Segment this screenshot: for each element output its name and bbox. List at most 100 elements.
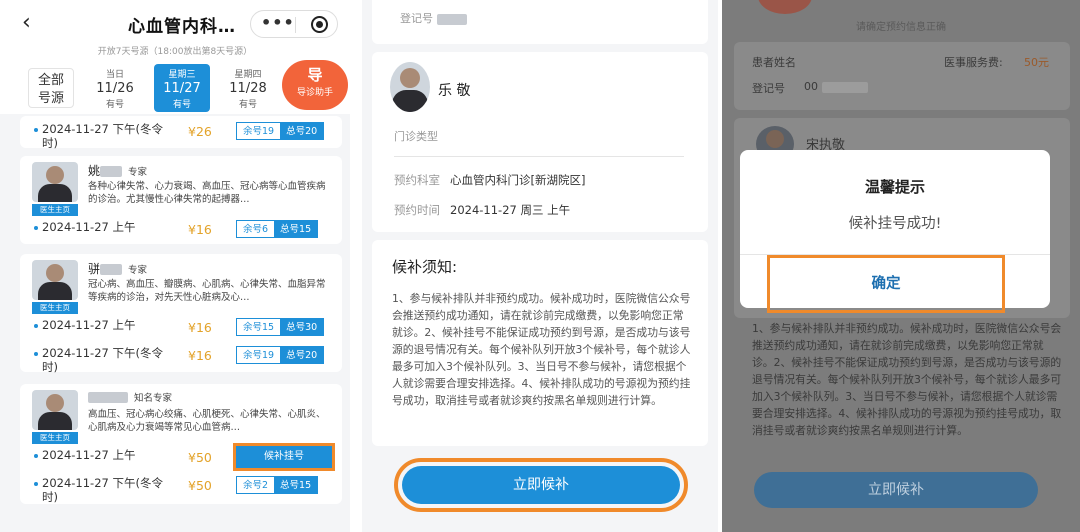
doctor-card[interactable]: 医生主页 姚 专家 各种心律失常、心力衰竭、高血压、冠心病等心血管疾病的诊治。尤其… <box>20 156 342 244</box>
doctor-home-badge[interactable]: 医生主页 <box>32 302 78 314</box>
capsule-divider <box>295 17 296 33</box>
total-count: 总号20 <box>280 347 324 363</box>
name-mask <box>100 264 123 275</box>
schedule-slot[interactable]: 2024-11-27 下午(冬令时) ¥16 余号19 总号20 <box>28 342 342 374</box>
submit-waitlist-button[interactable]: 立即候补 <box>394 458 688 512</box>
schedule-slot[interactable]: 2024-11-27 上午 ¥16 余号6 总号15 <box>28 216 342 242</box>
service-fee-label: 医事服务费: <box>944 56 1003 69</box>
date-status: 有号 <box>238 100 257 110</box>
slot-bullet <box>34 454 38 458</box>
doctor-card[interactable]: 医生主页 知名专家 高血压、冠心病心绞痛、心肌梗死、心律失常、心肌炎、心肌病及心… <box>20 384 342 504</box>
date-status: 有号 <box>105 100 124 110</box>
doctor-specialty: 各种心律失常、心力衰竭、高血压、冠心病等心血管疾病的诊治。尤其慢性心律失常的起搏… <box>88 181 326 205</box>
remaining-count: 余号2 <box>237 477 275 493</box>
name-mask <box>88 392 128 403</box>
department-value: 心血管内科门诊[新湖院区] <box>450 173 586 187</box>
doctor-avatar <box>32 390 78 430</box>
slot-availability[interactable]: 余号15 总号30 <box>236 318 325 336</box>
service-fee-value: 50元 <box>1024 56 1049 69</box>
waitlist-notice-card: 候补须知: 1、参与候补排队并非预约成功。候补成功时，医院微信公众号会推送预约成… <box>372 240 708 446</box>
header-avatar-partial <box>758 0 812 14</box>
remaining-count: 余号15 <box>237 319 281 335</box>
date-weekday: 星期三 <box>168 70 196 80</box>
notice-body: 1、参与候补排队并非预约成功。候补成功时，医院微信公众号会推送预约成功通知，请在… <box>392 292 691 407</box>
total-count: 总号15 <box>274 477 318 493</box>
registration-card-top: 登记号 <box>372 0 708 44</box>
doctor-name: 骈 专家 <box>88 260 147 277</box>
slot-price: ¥16 <box>188 348 212 363</box>
doctor-card[interactable]: 医生主页 骈 专家 冠心病、高血压、瓣膜病、心肌病、心律失常、血脂异常等疾病的诊治… <box>20 254 342 374</box>
divider <box>394 156 684 157</box>
date-tab-1126[interactable]: 当日 11/26 有号 <box>87 64 143 112</box>
slot-time: 2024-11-27 上午 <box>42 220 136 234</box>
slot-availability[interactable]: 余号6 总号15 <box>236 220 319 238</box>
slot-bullet <box>34 128 38 132</box>
registration-mask <box>822 82 868 93</box>
slot-bullet <box>34 324 38 328</box>
page-title: 心血管内科… <box>128 17 236 37</box>
more-icon[interactable]: ••• <box>261 13 295 32</box>
total-count: 总号30 <box>280 319 324 335</box>
doctor-avatar <box>32 260 78 300</box>
guide-label: 导诊助手 <box>296 88 333 98</box>
submit-waitlist-button[interactable]: 立即候补 <box>754 472 1038 508</box>
schedule-slot[interactable]: 2024-11-27 上午 ¥16 余号15 总号30 <box>28 314 342 340</box>
doctor-name: 乐 敬 <box>438 83 471 99</box>
remaining-count: 余号6 <box>237 221 275 237</box>
schedule-slot[interactable]: 2024-11-27 下午(冬令时) ¥26 余号19 总号20 <box>28 118 342 150</box>
schedule-slot[interactable]: 2024-11-27 上午 ¥50 候补挂号 <box>28 443 342 471</box>
doctor-home-badge[interactable]: 医生主页 <box>32 432 78 444</box>
total-count: 总号15 <box>274 221 318 237</box>
dialog-message: 候补挂号成功! <box>848 216 942 232</box>
registration-label: 登记号 <box>752 82 785 95</box>
confirm-button[interactable]: 确定 <box>767 255 1005 313</box>
back-icon[interactable]: ‹ <box>22 10 31 35</box>
appointment-time-row: 预约时间 2024-11-27 周三 上午 <box>394 202 570 218</box>
clinic-type-label: 门诊类型 <box>394 130 438 143</box>
schedule-slot[interactable]: 2024-11-27 下午(冬令时) ¥50 余号2 总号15 <box>28 472 342 504</box>
date-status: 有号 <box>172 100 191 110</box>
slot-price: ¥50 <box>188 450 212 465</box>
guide-assistant-button[interactable]: 导 导诊助手 <box>282 60 348 110</box>
waitlist-confirm-screen: 登记号 乐 敬 门诊类型 预约科室 心血管内科门诊[新湖院区] 预约时间 2024-… <box>362 0 718 532</box>
success-dialog: 温馨提示 候补挂号成功! 确定 <box>740 150 1050 313</box>
time-value: 2024-11-27 周三 上午 <box>450 203 571 217</box>
date-value: 11/27 <box>163 81 201 96</box>
remaining-count: 余号19 <box>237 347 281 363</box>
slot-availability[interactable]: 余号19 总号20 <box>236 346 325 364</box>
patient-name-label: 患者姓名 <box>752 56 796 69</box>
notice-body-dimmed: 1、参与候补排队并非预约成功。候补成功时，医院微信公众号会推送预约成功通知，请在… <box>752 322 1062 437</box>
slot-availability[interactable]: 余号19 总号20 <box>236 122 325 140</box>
guide-icon: 导 <box>307 66 323 84</box>
slot-availability[interactable]: 余号2 总号15 <box>236 476 319 494</box>
slot-time: 2024-11-27 下午(冬令时) <box>42 476 163 504</box>
slot-time: 2024-11-27 下午(冬令时) <box>42 346 163 374</box>
dialog-title: 温馨提示 <box>864 178 925 196</box>
doctor-name: 知名专家 <box>88 390 172 404</box>
doctor-title: 专家 <box>128 265 148 276</box>
slot-time: 2024-11-27 上午 <box>42 318 136 332</box>
waitlist-register-button[interactable]: 候补挂号 <box>233 443 335 471</box>
all-sources-tab[interactable]: 全部 号源 <box>28 68 74 108</box>
doctor-title: 知名专家 <box>134 393 173 404</box>
date-tab-1128[interactable]: 星期四 11/28 有号 <box>220 64 276 112</box>
confirm-hint: 请确定预约信息正确 <box>856 22 946 33</box>
date-weekday: 星期四 <box>234 70 262 80</box>
dialog-divider <box>740 254 1050 255</box>
doctor-specialty: 冠心病、高血压、瓣膜病、心肌病、心律失常、血脂异常等疾病的诊治，对先天性心脏病及… <box>88 279 326 303</box>
date-value: 11/26 <box>96 81 134 96</box>
appointment-info-card: 乐 敬 门诊类型 预约科室 心血管内科门诊[新湖院区] 预约时间 2024-11-2… <box>372 52 708 232</box>
date-weekday: 当日 <box>105 70 124 80</box>
doctor-specialty: 高血压、冠心病心绞痛、心肌梗死、心律失常、心肌炎、心肌病及心力衰竭等常见心血管病… <box>88 409 326 433</box>
doctor-home-badge[interactable]: 医生主页 <box>32 204 78 216</box>
slot-time: 2024-11-27 上午 <box>42 448 136 462</box>
department-row: 预约科室 心血管内科门诊[新湖院区] <box>394 172 585 188</box>
slot-price: ¥26 <box>188 124 212 139</box>
slot-price: ¥16 <box>188 320 212 335</box>
doctor-name-text: 姚 <box>88 164 101 178</box>
close-target-icon[interactable] <box>311 16 328 33</box>
date-tab-1127[interactable]: 星期三 11/27 有号 <box>154 64 210 112</box>
source-notice: 开放7天号源（18:00放出第8天号源） <box>0 44 350 60</box>
nav-bar: ‹ 心血管内科… ••• <box>0 0 350 46</box>
registration-value: 00 <box>804 80 818 93</box>
